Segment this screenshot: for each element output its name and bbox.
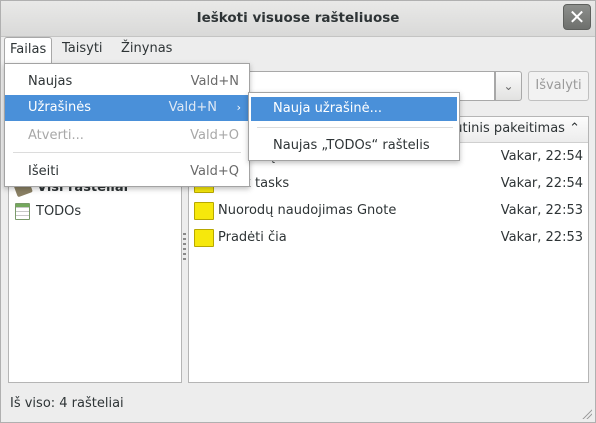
main-window: Ieškoti visuose rašteliuose ✕ Failas Tai… [0, 0, 596, 423]
menu-item-new-todos-note[interactable]: Naujas „TODOs“ raštelis [251, 134, 457, 158]
note-date: Vakar, 22:53 [500, 230, 583, 245]
resize-grip-icon[interactable] [580, 407, 592, 419]
submenu-arrow-icon: › [236, 101, 241, 114]
clear-button[interactable]: Išvalyti [528, 71, 589, 101]
menu-separator [257, 127, 453, 128]
search-history-dropdown[interactable]: ⌄ [495, 71, 522, 101]
menu-item-new-notebook[interactable]: Nauja užrašinė... [251, 97, 457, 121]
pane-splitter-handle[interactable] [183, 233, 186, 263]
menu-item-open[interactable]: Atverti... Vald+O [5, 123, 249, 149]
note-row[interactable]: Nuorodų naudojimas Gnote Vakar, 22:53 [189, 198, 588, 225]
note-title: Nuorodų naudojimas Gnote [218, 203, 397, 218]
menu-item-quit[interactable]: Išeiti Vald+Q [5, 159, 249, 185]
menu-item-shortcut: Vald+Q [190, 164, 239, 179]
menu-item-label: Užrašinės [28, 100, 92, 115]
menu-item-new[interactable]: Naujas Vald+N [5, 69, 249, 95]
note-icon [194, 202, 214, 220]
note-icon [194, 229, 214, 247]
sort-ascending-icon: ⌃ [569, 121, 580, 136]
status-text: Iš viso: 4 rašteliai [10, 396, 124, 411]
menu-bar: Failas Taisyti Žinynas [1, 37, 595, 63]
note-date: Vakar, 22:54 [500, 176, 583, 191]
menu-help[interactable]: Žinynas [116, 37, 177, 63]
menu-file[interactable]: Failas [4, 37, 53, 63]
close-button[interactable]: ✕ [563, 4, 591, 30]
menu-item-shortcut: Vald+N [168, 100, 217, 115]
menu-item-shortcut: Vald+N [190, 74, 239, 89]
note-row[interactable]: Pradėti čia Vakar, 22:53 [189, 225, 588, 252]
notebooks-submenu-popup: Nauja užrašinė... Naujas „TODOs“ rašteli… [248, 92, 460, 161]
title-bar[interactable]: Ieškoti visuose rašteliuose ✕ [1, 1, 595, 37]
window-title: Ieškoti visuose rašteliuose [196, 10, 400, 26]
menu-item-label: Naujas [28, 74, 73, 89]
notebook-label: TODOs [36, 204, 82, 219]
notebook-icon [15, 203, 30, 220]
menu-item-label: Atverti... [28, 128, 84, 143]
note-date: Vakar, 22:53 [500, 203, 583, 218]
menu-item-shortcut: Vald+O [190, 128, 239, 143]
menu-item-label: Išeiti [28, 164, 59, 179]
notebook-item-todos[interactable]: TODOs [15, 201, 81, 223]
file-menu-popup: Naujas Vald+N Užrašinės Vald+N › Atverti… [4, 63, 250, 187]
menu-separator [13, 152, 241, 153]
menu-edit[interactable]: Taisyti [57, 37, 108, 63]
note-date: Vakar, 22:54 [500, 149, 583, 164]
menu-item-notebooks[interactable]: Užrašinės Vald+N › [5, 95, 249, 121]
note-title: Pradėti čia [218, 230, 287, 245]
